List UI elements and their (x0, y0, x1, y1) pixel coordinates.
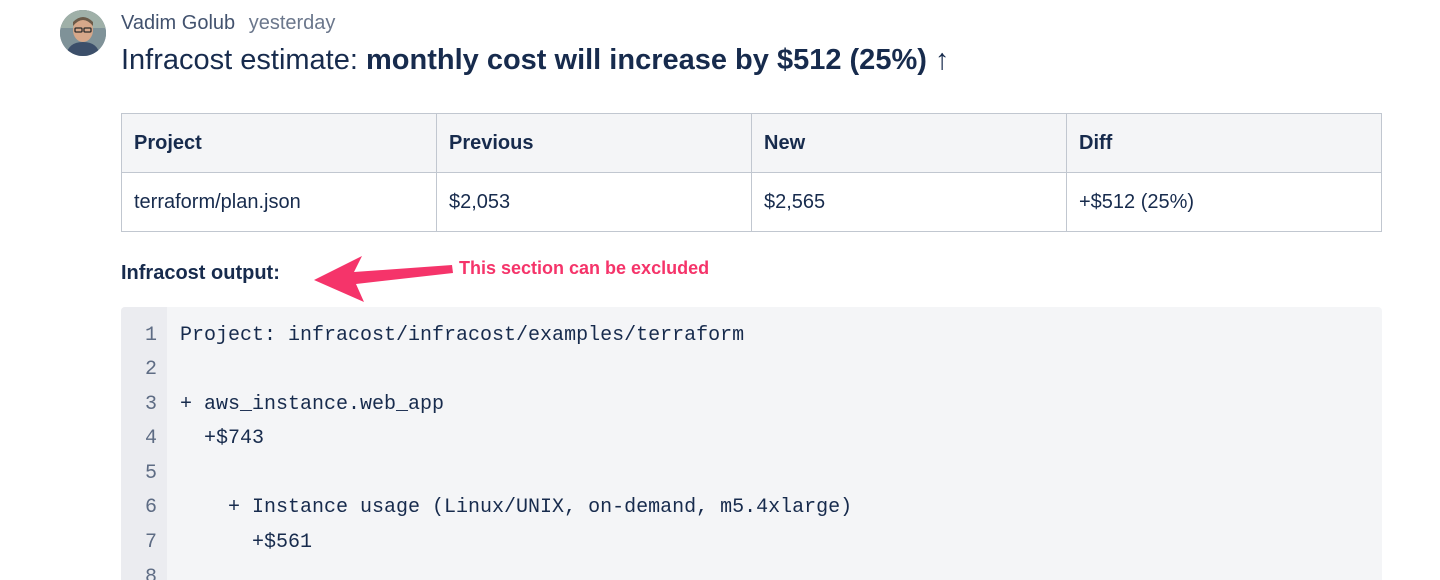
cell-diff: +$512 (25%) (1066, 172, 1382, 232)
line-number: 4 (144, 427, 157, 450)
code-text: +$743 (180, 427, 265, 450)
comment-meta: Vadim Golub yesterday (121, 12, 335, 35)
cell-previous: $2,053 (436, 172, 752, 232)
cell-project: terraform/plan.json (121, 172, 437, 232)
header-new: New (751, 113, 1067, 173)
code-line: 4 +$743 (121, 422, 1382, 456)
code-line: 1 Project: infracost/infracost/examples/… (121, 319, 1382, 353)
line-number: 8 (144, 566, 157, 580)
line-number: 6 (144, 496, 157, 519)
header-project: Project (121, 113, 437, 173)
comment-container: Vadim Golub yesterday Infracost estimate… (0, 0, 1440, 580)
cost-summary-table: Project Previous New Diff terraform/plan… (121, 113, 1382, 232)
title-highlight: monthly cost will increase by $512 (25%)… (366, 44, 950, 76)
header-previous: Previous (436, 113, 752, 173)
line-number: 5 (144, 462, 157, 485)
code-text: +$561 (180, 531, 313, 554)
title-prefix: Infracost estimate: (121, 44, 366, 76)
annotation-text: This section can be excluded (459, 258, 710, 278)
line-number: 7 (144, 531, 157, 554)
code-line: 8 (121, 561, 1382, 580)
code-line: 7 +$561 (121, 526, 1382, 560)
arrow-left-icon (314, 256, 453, 302)
table-header-row: Project Previous New Diff (121, 113, 1382, 173)
code-line: 6 + Instance usage (Linux/UNIX, on-deman… (121, 491, 1382, 525)
header-diff: Diff (1066, 113, 1382, 173)
cell-new: $2,565 (751, 172, 1067, 232)
code-block: 1 Project: infracost/infracost/examples/… (121, 307, 1382, 580)
comment-timestamp[interactable]: yesterday (249, 12, 336, 34)
avatar-image (60, 10, 106, 56)
line-number: 1 (144, 324, 157, 347)
line-number: 3 (144, 393, 157, 416)
code-line: 5 (121, 457, 1382, 491)
author-name[interactable]: Vadim Golub (121, 12, 235, 34)
line-number: 2 (144, 358, 157, 381)
code-text: + Instance usage (Linux/UNIX, on-demand,… (180, 496, 853, 519)
table-row: terraform/plan.json $2,053 $2,565 +$512 … (121, 172, 1382, 232)
avatar[interactable] (60, 10, 106, 56)
code-text: + aws_instance.web_app (180, 393, 445, 416)
code-line: 3 + aws_instance.web_app (121, 388, 1382, 422)
code-line: 2 (121, 353, 1382, 387)
output-section-label: Infracost output: (121, 262, 280, 284)
comment-title: Infracost estimate: monthly cost will in… (121, 44, 949, 77)
code-text: Project: infracost/infracost/examples/te… (180, 324, 745, 347)
